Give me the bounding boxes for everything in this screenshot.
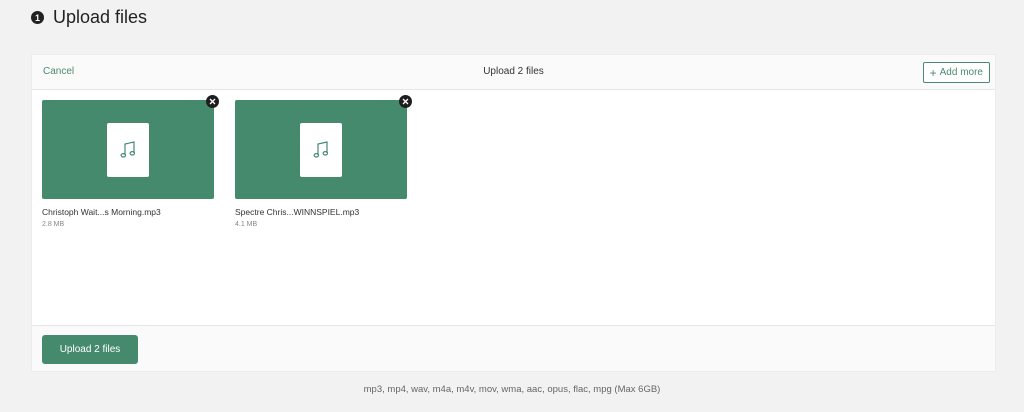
plus-icon: + — [929, 65, 937, 80]
file-name: Spectre Chris...WINNSPIEL.mp3 — [235, 207, 360, 217]
file-item: Christoph Wait...s Morning.mp3 2.8 MB — [42, 95, 219, 228]
page-title: Upload files — [53, 7, 148, 27]
file-size: 4.1 MB — [235, 221, 258, 228]
step-header: 1 Upload files — [31, 7, 147, 28]
close-icon — [209, 98, 216, 105]
step-number-badge: 1 — [31, 11, 44, 24]
file-name: Christoph Wait...s Morning.mp3 — [42, 207, 161, 217]
audio-file-icon — [300, 122, 342, 177]
file-thumbnail — [42, 95, 219, 199]
dashboard-bottom-bar: Upload 2 files — [32, 325, 995, 371]
add-more-button[interactable]: + Add more — [922, 62, 990, 83]
dashboard-top-bar: Cancel Upload 2 files + Add more — [32, 55, 995, 90]
remove-file-button[interactable] — [206, 95, 219, 108]
add-more-label: Add more — [939, 67, 983, 78]
file-list: Christoph Wait...s Morning.mp3 2.8 MB Sp… — [32, 90, 995, 327]
upload-dashboard: Cancel Upload 2 files + Add more Christo… — [31, 54, 996, 372]
music-note-icon — [313, 140, 329, 158]
file-item: Spectre Chris...WINNSPIEL.mp3 4.1 MB — [235, 95, 412, 228]
remove-file-button[interactable] — [399, 95, 412, 108]
audio-file-icon — [107, 122, 149, 177]
dashboard-title: Upload 2 files — [483, 66, 544, 77]
file-size: 2.8 MB — [42, 221, 65, 228]
music-note-icon — [120, 140, 136, 158]
supported-formats-note: mp3, mp4, wav, m4a, m4v, mov, wma, aac, … — [363, 384, 661, 395]
upload-button[interactable]: Upload 2 files — [42, 335, 138, 364]
close-icon — [402, 98, 409, 105]
file-thumbnail — [235, 95, 412, 199]
